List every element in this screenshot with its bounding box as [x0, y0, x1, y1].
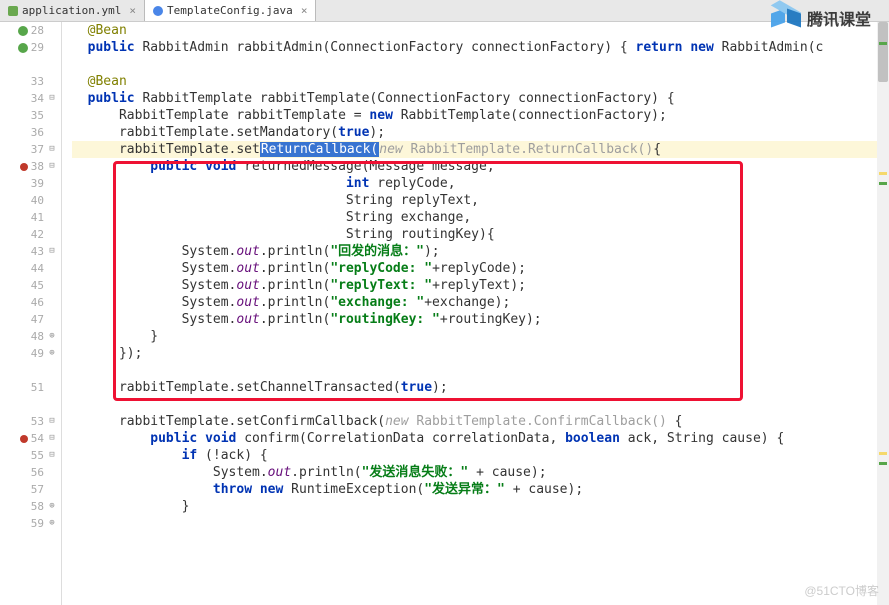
line-number: 40 [31, 192, 44, 209]
scrollbar-mark [879, 182, 887, 185]
fold-open-icon[interactable]: ⊟ [47, 158, 57, 175]
watermark-blog: @51CTO博客 [804, 582, 879, 599]
line-gutter: 28293334⊟353637⊟38⊟3940414243⊟4445464748… [0, 22, 62, 605]
close-icon[interactable]: × [129, 4, 136, 17]
line-number: 55 [31, 447, 44, 464]
line-number: 42 [31, 226, 44, 243]
line-number: 37 [31, 141, 44, 158]
scrollbar-mark [879, 172, 887, 175]
watermark-brand: 腾讯课堂 [771, 6, 871, 30]
tab-application-yml[interactable]: application.yml × [0, 0, 145, 21]
line-number: 34 [31, 90, 44, 107]
fold-open-icon[interactable]: ⊟ [47, 90, 57, 107]
line-number: 59 [31, 515, 44, 532]
code-editor[interactable]: 28293334⊟353637⊟38⊟3940414243⊟4445464748… [0, 22, 889, 605]
line-number: 57 [31, 481, 44, 498]
fold-open-icon[interactable]: ⊟ [47, 430, 57, 447]
line-number: 44 [31, 260, 44, 277]
watermark-text: 腾讯课堂 [807, 6, 871, 30]
fold-open-icon[interactable]: ⊟ [47, 243, 57, 260]
line-number: 56 [31, 464, 44, 481]
line-number: 53 [31, 413, 44, 430]
fold-close-icon[interactable]: ⊕ [47, 515, 57, 532]
line-number: 43 [31, 243, 44, 260]
line-number: 36 [31, 124, 44, 141]
cube-icon [771, 6, 801, 30]
line-number: 28 [31, 22, 44, 39]
scrollbar-mark [879, 42, 887, 45]
tab-template-config[interactable]: TemplateConfig.java × [145, 0, 316, 21]
java-file-icon [153, 6, 163, 16]
line-number: 58 [31, 498, 44, 515]
fold-close-icon[interactable]: ⊕ [47, 328, 57, 345]
run-gutter-icon[interactable] [18, 26, 28, 36]
fold-close-icon[interactable]: ⊕ [47, 345, 57, 362]
line-number: 48 [31, 328, 44, 345]
line-number: 54 [31, 430, 44, 447]
scrollbar-mark [879, 462, 887, 465]
scrollbar-thumb[interactable] [878, 22, 888, 82]
breakpoint-icon[interactable] [20, 163, 28, 171]
line-number: 46 [31, 294, 44, 311]
code-area[interactable]: @Bean public RabbitAdmin rabbitAdmin(Con… [62, 22, 889, 605]
line-number: 47 [31, 311, 44, 328]
yml-file-icon [8, 6, 18, 16]
fold-open-icon[interactable]: ⊟ [47, 141, 57, 158]
close-icon[interactable]: × [301, 4, 308, 17]
line-number: 45 [31, 277, 44, 294]
scrollbar-mark [879, 452, 887, 455]
line-number: 33 [31, 73, 44, 90]
editor-tabs: application.yml × TemplateConfig.java × [0, 0, 889, 22]
fold-open-icon[interactable]: ⊟ [47, 413, 57, 430]
line-number: 49 [31, 345, 44, 362]
tab-label: TemplateConfig.java [167, 4, 293, 17]
line-number: 39 [31, 175, 44, 192]
tab-label: application.yml [22, 4, 121, 17]
line-number: 51 [31, 379, 44, 396]
line-number: 41 [31, 209, 44, 226]
fold-close-icon[interactable]: ⊕ [47, 498, 57, 515]
fold-open-icon[interactable]: ⊟ [47, 447, 57, 464]
run-gutter-icon[interactable] [18, 43, 28, 53]
vertical-scrollbar[interactable] [877, 22, 889, 605]
line-number: 35 [31, 107, 44, 124]
line-number: 29 [31, 39, 44, 56]
breakpoint-icon[interactable] [20, 435, 28, 443]
line-number: 38 [31, 158, 44, 175]
